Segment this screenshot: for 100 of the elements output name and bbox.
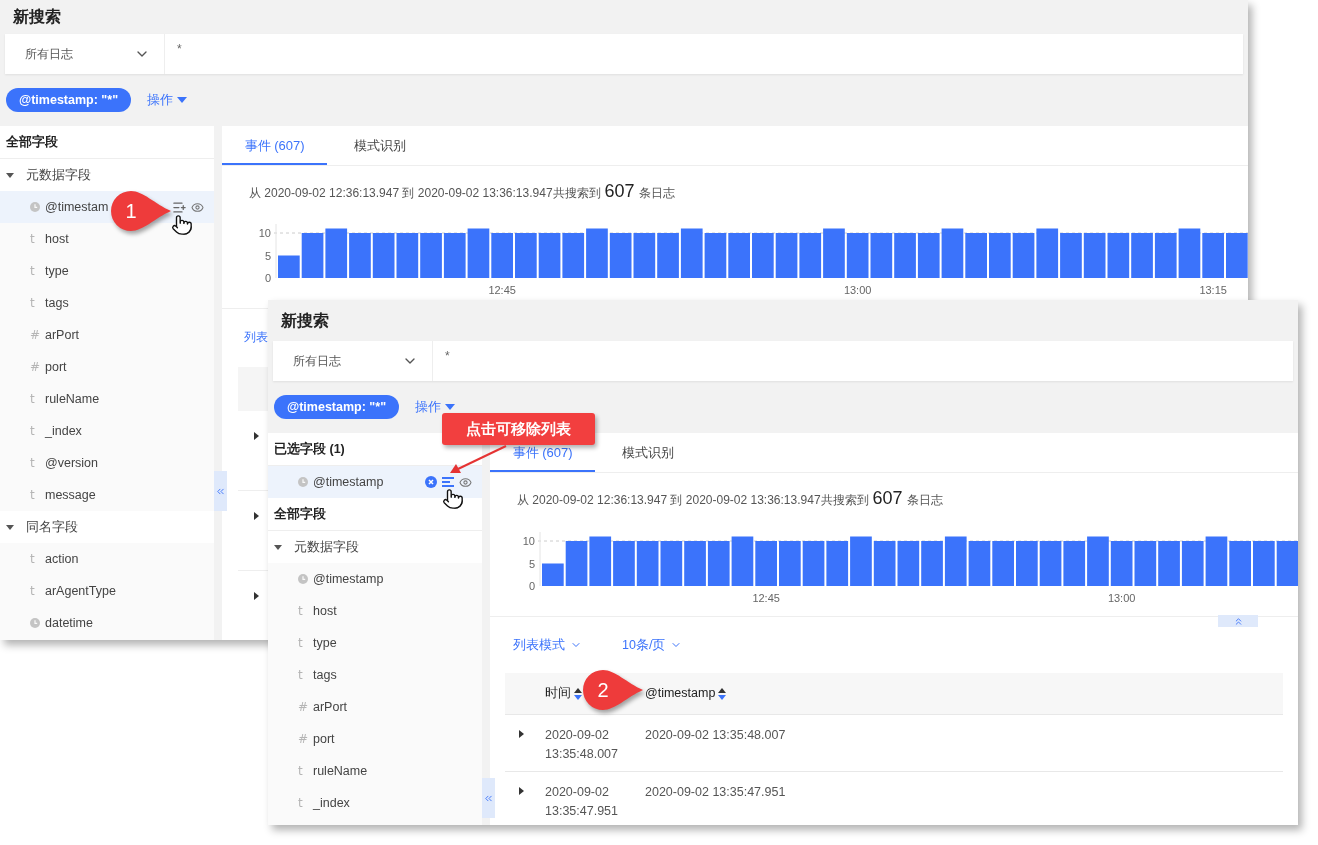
- field-type-glyph: #: [30, 359, 40, 376]
- field-name: @timestamp: [313, 570, 384, 588]
- field-type-glyph: t: [30, 455, 36, 472]
- view-mode-dropdown[interactable]: 列表: [244, 329, 268, 347]
- field-item[interactable]: t action: [0, 543, 214, 575]
- field-name: type: [45, 262, 69, 280]
- field-type-glyph: t: [30, 487, 36, 504]
- field-name: @timestam: [45, 198, 109, 216]
- group-label: 元数据字段: [294, 538, 359, 556]
- page-title: 新搜索: [281, 310, 329, 331]
- field-name: port: [313, 730, 335, 748]
- field-item[interactable]: t _index: [0, 415, 214, 447]
- field-item[interactable]: t type: [0, 255, 214, 287]
- field-type-glyph: t: [30, 231, 36, 248]
- result-summary: 从 2020-09-02 12:36:13.947 到 2020-09-02 13:36:13.947共搜索到 607 条日志: [517, 486, 943, 510]
- results-tab[interactable]: 模式识别: [327, 138, 432, 165]
- field-item[interactable]: t message: [0, 479, 214, 511]
- field-name: tags: [313, 666, 337, 684]
- axis-tick-label: 12:45: [752, 592, 780, 604]
- search-bar[interactable]: 所有日志 *: [273, 341, 1293, 381]
- field-name: arAgentType: [45, 582, 116, 600]
- field-item[interactable]: t arAgentType: [0, 575, 214, 607]
- axis-tick-label: 13:00: [843, 284, 872, 296]
- results-tab[interactable]: 模式识别: [595, 445, 700, 472]
- field-name: host: [45, 230, 69, 248]
- number-badge: 2: [582, 669, 644, 711]
- field-name: arPort: [313, 698, 348, 716]
- search-query-field[interactable]: *: [165, 34, 1243, 74]
- field-name: action: [45, 550, 79, 568]
- field-name: tags: [45, 294, 69, 312]
- search-bar[interactable]: 所有日志 *: [5, 34, 1243, 74]
- field-type-glyph: t: [298, 667, 304, 684]
- axis-tick-label: 0: [264, 272, 271, 284]
- field-name: @timestamp: [313, 473, 384, 491]
- table-cell-text: 2020-09-02 13:35:47.951: [545, 784, 619, 820]
- field-name: _index: [313, 794, 350, 812]
- field-group-toggle[interactable]: 同名字段: [0, 511, 214, 543]
- field-name: host: [313, 602, 337, 620]
- results-tab[interactable]: 事件 (607): [222, 138, 327, 165]
- table-cell-text: 2020-09-02 13:35:47.951: [645, 784, 786, 801]
- field-item[interactable]: @timestamp: [268, 563, 482, 595]
- axis-tick-label: 12:45: [488, 284, 516, 296]
- field-item[interactable]: # arPort: [268, 691, 482, 723]
- field-name: arPort: [45, 326, 80, 344]
- field-type-glyph: t: [30, 423, 36, 440]
- field-item[interactable]: # port: [268, 723, 482, 755]
- field-type-glyph: t: [298, 795, 304, 812]
- group-label: 元数据字段: [26, 166, 91, 184]
- axis-tick-label: 0: [528, 580, 535, 592]
- field-type-glyph: #: [30, 327, 40, 344]
- axis-tick-label: 5: [264, 249, 271, 262]
- field-item[interactable]: t ruleName: [0, 383, 214, 415]
- page-size-dropdown[interactable]: 10条/页: [622, 635, 683, 655]
- number-badge: 1: [110, 190, 172, 232]
- result-summary: 从 2020-09-02 12:36:13.947 到 2020-09-02 13:36:13.947共搜索到 607 条日志: [249, 179, 675, 203]
- group-heading: 全部字段: [268, 498, 482, 531]
- page-title: 新搜索: [13, 7, 61, 27]
- field-type-glyph: t: [30, 295, 36, 312]
- actions-dropdown[interactable]: 操作: [147, 90, 188, 110]
- axis-tick-label: 10: [522, 535, 535, 547]
- field-group-toggle[interactable]: 元数据字段: [268, 531, 482, 563]
- field-item[interactable]: t _index: [268, 787, 482, 819]
- filter-chip[interactable]: @timestamp: "*": [274, 395, 400, 419]
- field-name: ruleName: [313, 762, 368, 780]
- field-item[interactable]: t tags: [268, 659, 482, 691]
- field-item[interactable]: t ruleName: [268, 755, 482, 787]
- field-group-toggle[interactable]: 元数据字段: [0, 159, 214, 191]
- field-name: _index: [45, 422, 82, 440]
- field-name: datetime: [45, 614, 93, 632]
- table-cell-text: 2020-09-02 13:35:48.007: [545, 727, 619, 763]
- field-item[interactable]: # port: [0, 351, 214, 383]
- field-type-glyph: t: [30, 551, 36, 568]
- table-cell-text: 2020-09-02 13:35:48.007: [645, 727, 786, 744]
- field-item[interactable]: @timestamp: [268, 466, 482, 498]
- field-type-glyph: t: [298, 603, 304, 620]
- field-name: @version: [45, 454, 98, 472]
- field-item[interactable]: t tags: [0, 287, 214, 319]
- column-header[interactable]: 时间: [545, 684, 571, 703]
- group-label: 同名字段: [26, 518, 78, 536]
- axis-tick-label: 13:15: [1199, 284, 1227, 296]
- column-header[interactable]: @timestamp: [645, 684, 716, 703]
- search-query-field[interactable]: *: [433, 341, 1293, 381]
- field-name: ruleName: [45, 390, 100, 408]
- group-heading: 全部字段: [0, 126, 214, 159]
- field-type-glyph: t: [298, 763, 304, 780]
- field-item[interactable]: t host: [268, 595, 482, 627]
- field-type-glyph: t: [30, 583, 36, 600]
- field-item[interactable]: t type: [268, 627, 482, 659]
- axis-tick-label: 5: [528, 557, 535, 570]
- axis-tick-label: 10: [258, 227, 271, 239]
- field-item[interactable]: t @version: [0, 447, 214, 479]
- field-item[interactable]: # arPort: [0, 319, 214, 351]
- field-name: message: [45, 486, 96, 504]
- field-name: port: [45, 358, 67, 376]
- view-mode-dropdown[interactable]: 列表模式: [513, 635, 582, 655]
- field-type-glyph: t: [298, 635, 304, 652]
- field-type-glyph: t: [30, 391, 36, 408]
- field-item[interactable]: datetime: [0, 607, 214, 639]
- field-name: type: [313, 634, 337, 652]
- filter-chip[interactable]: @timestamp: "*": [6, 88, 132, 112]
